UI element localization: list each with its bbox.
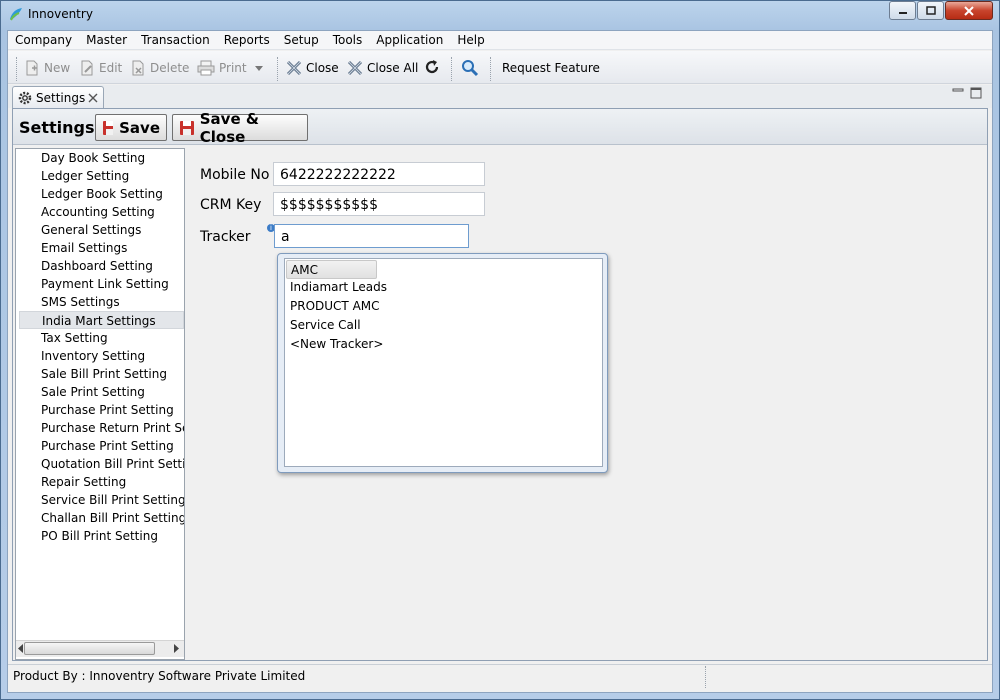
- close-all-icon: [347, 60, 363, 76]
- crm-key-label: CRM Key: [200, 197, 262, 213]
- list-item[interactable]: Repair Setting: [41, 473, 126, 491]
- new-label: New: [44, 61, 71, 75]
- minimize-icon: [898, 11, 907, 14]
- maximize-button[interactable]: [917, 1, 944, 20]
- toolbar-separator: [490, 57, 491, 81]
- close-icon: [964, 5, 974, 16]
- tab-settings-label: Settings: [36, 90, 86, 105]
- toolbar-separator: [16, 57, 17, 81]
- list-item[interactable]: Purchase Print Setting: [41, 401, 174, 419]
- list-item[interactable]: Service Bill Print Setting: [41, 491, 184, 509]
- list-item[interactable]: Quotation Bill Print Setting: [41, 455, 184, 473]
- app-logo-icon: [10, 8, 22, 21]
- edit-button[interactable]: Edit: [79, 58, 122, 78]
- delete-icon: [132, 60, 144, 76]
- menu-master[interactable]: Master: [79, 31, 134, 50]
- floppy-disk-icon: [103, 120, 114, 135]
- menu-tools[interactable]: Tools: [326, 31, 370, 50]
- list-item[interactable]: SMS Settings: [41, 293, 120, 311]
- tracker-label: Tracker: [200, 229, 251, 245]
- new-document-icon: [26, 60, 38, 76]
- printer-icon: [197, 60, 215, 76]
- tracker-input[interactable]: a: [274, 224, 469, 248]
- status-text: Product By : Innoventry Software Private…: [13, 669, 306, 683]
- minimize-button[interactable]: [889, 1, 916, 20]
- list-item[interactable]: Sale Print Setting: [41, 383, 145, 401]
- list-item[interactable]: Ledger Setting: [41, 167, 129, 185]
- gear-icon: [18, 91, 32, 104]
- list-item[interactable]: Accounting Setting: [41, 203, 155, 221]
- list-item[interactable]: Sale Bill Print Setting: [41, 365, 167, 383]
- close-all-button[interactable]: Close All: [347, 58, 418, 78]
- list-item[interactable]: PO Bill Print Setting: [41, 527, 158, 545]
- title-bar[interactable]: [0, 0, 1000, 30]
- restore-icon: [925, 5, 936, 15]
- list-item-selected[interactable]: India Mart Settings: [19, 311, 184, 329]
- list-item[interactable]: Payment Link Setting: [41, 275, 169, 293]
- toolbar-separator: [277, 57, 278, 81]
- new-button[interactable]: New: [24, 58, 70, 78]
- settings-title: Settings:: [19, 118, 101, 137]
- tracker-option-new[interactable]: <New Tracker>: [290, 335, 383, 354]
- tab-strip: [8, 85, 992, 108]
- tracker-option[interactable]: AMC: [286, 260, 377, 279]
- print-dropdown-button[interactable]: [254, 58, 264, 78]
- tracker-option[interactable]: Indiamart Leads: [290, 278, 387, 297]
- list-item[interactable]: Purchase Print Setting: [41, 437, 174, 455]
- crm-key-input[interactable]: $$$$$$$$$$$: [273, 192, 485, 216]
- search-button[interactable]: [461, 58, 479, 78]
- save-close-label: Save & Close: [199, 109, 259, 146]
- list-item[interactable]: Email Settings: [41, 239, 127, 257]
- menu-bar: Company Master Transaction Reports Setup…: [8, 31, 992, 50]
- menu-reports[interactable]: Reports: [217, 31, 277, 50]
- caret-down-icon: [255, 66, 263, 71]
- settings-list: Day Book Setting Ledger Setting Ledger B…: [15, 148, 185, 660]
- delete-label: Delete: [150, 61, 190, 75]
- view-maximize-icon[interactable]: [970, 87, 982, 99]
- list-item[interactable]: Day Book Setting: [41, 149, 145, 167]
- scroll-right-icon[interactable]: [172, 643, 180, 654]
- print-label: Print: [219, 61, 247, 75]
- floppy-disk-icon: [180, 120, 194, 135]
- delete-button[interactable]: Delete: [130, 58, 189, 78]
- menu-help[interactable]: Help: [450, 31, 491, 50]
- save-button[interactable]: Save: [95, 114, 167, 141]
- tab-settings[interactable]: Settings: [12, 86, 104, 108]
- list-item[interactable]: Challan Bill Print Setting: [41, 509, 184, 527]
- request-feature-button[interactable]: Request Feature: [502, 58, 600, 78]
- status-separator: [705, 666, 706, 688]
- window-title: Innoventry: [28, 7, 93, 21]
- save-label: Save: [119, 118, 160, 137]
- close-window-button[interactable]: [945, 1, 993, 20]
- list-item[interactable]: Purchase Return Print Setting: [41, 419, 184, 437]
- mobile-no-input[interactable]: 6422222222222: [273, 162, 485, 186]
- print-button[interactable]: Print: [197, 58, 247, 78]
- list-item[interactable]: General Settings: [41, 221, 141, 239]
- list-item[interactable]: Dashboard Setting: [41, 257, 153, 275]
- menu-transaction[interactable]: Transaction: [134, 31, 217, 50]
- close-label: Close: [306, 61, 339, 75]
- toolbar-separator: [451, 57, 452, 81]
- close-tab-icon: [286, 60, 302, 76]
- list-item[interactable]: Tax Setting: [41, 329, 108, 347]
- close-icon[interactable]: [88, 93, 98, 103]
- menu-company[interactable]: Company: [8, 31, 79, 50]
- menu-setup[interactable]: Setup: [277, 31, 326, 50]
- mobile-no-label: Mobile No: [200, 167, 270, 183]
- tracker-option[interactable]: Service Call: [290, 316, 361, 335]
- scrollbar-thumb[interactable]: [24, 642, 155, 655]
- list-item[interactable]: Inventory Setting: [41, 347, 145, 365]
- close-all-label: Close All: [367, 61, 419, 75]
- close-button[interactable]: Close: [286, 58, 339, 78]
- refresh-icon: [425, 60, 439, 74]
- save-and-close-button[interactable]: Save & Close: [172, 110, 308, 146]
- edit-icon: [81, 60, 93, 76]
- tracker-option[interactable]: PRODUCT AMC: [290, 297, 380, 316]
- view-minimize-icon[interactable]: [952, 87, 964, 97]
- menu-application[interactable]: Application: [369, 31, 450, 50]
- list-item[interactable]: Ledger Book Setting: [41, 185, 163, 203]
- search-icon: [462, 60, 479, 77]
- refresh-button[interactable]: [423, 57, 441, 77]
- edit-label: Edit: [99, 61, 123, 75]
